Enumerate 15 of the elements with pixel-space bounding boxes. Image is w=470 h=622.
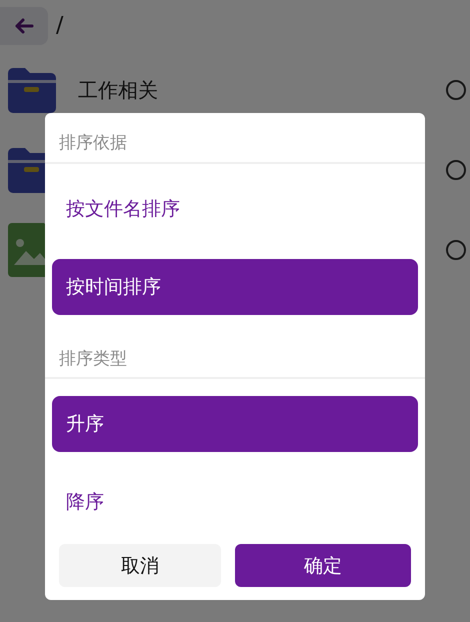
- sort-option[interactable]: 升序: [52, 396, 418, 452]
- back-button[interactable]: [0, 7, 48, 45]
- cancel-button[interactable]: 取消: [59, 544, 221, 587]
- folder-name: 工作相关: [78, 76, 158, 104]
- section-title: 排序类型: [58, 348, 128, 370]
- radio-button[interactable]: [446, 240, 466, 260]
- radio-button[interactable]: [446, 80, 466, 100]
- folder-icon: [8, 67, 56, 113]
- radio-button[interactable]: [446, 160, 466, 180]
- sort-option[interactable]: 降序: [52, 474, 418, 530]
- section-title: 排序依据: [58, 132, 128, 155]
- sort-option[interactable]: 按时间排序: [52, 258, 418, 314]
- confirm-button[interactable]: 确定: [235, 544, 411, 587]
- path-text: /: [56, 12, 64, 38]
- sort-option[interactable]: 按文件名排序: [52, 180, 418, 236]
